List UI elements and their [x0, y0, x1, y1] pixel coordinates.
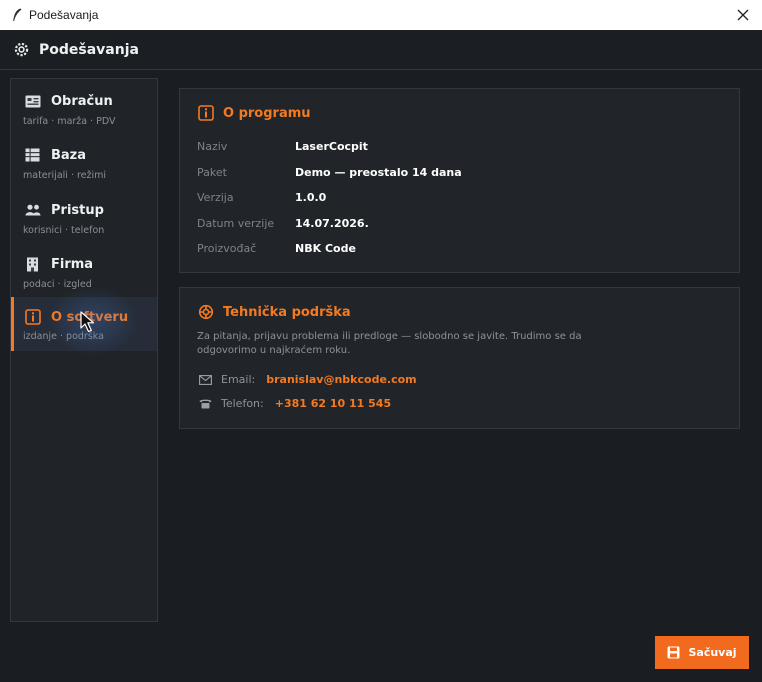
lifebuoy-icon — [198, 304, 214, 320]
support-title: Tehnička podrška — [223, 304, 351, 320]
info-value: 1.0.0 — [295, 191, 327, 204]
sidebar-item-obracun[interactable]: Obračun tarifa · marža · PDV — [11, 83, 157, 137]
sidebar-item-label: Firma — [51, 256, 94, 272]
window-titlebar: Podešavanja — [0, 0, 762, 30]
email-label: Email: — [221, 373, 256, 386]
info-key: Datum verzije — [197, 217, 275, 230]
feather-icon — [9, 7, 25, 23]
sidebar-item-subtitle: korisnici · telefon — [23, 225, 105, 236]
email-row: Email: branislav@nbkcode.com — [198, 373, 417, 386]
phone-row: Telefon: +381 62 10 11 545 — [198, 397, 391, 410]
info-key: Paket — [197, 166, 227, 179]
save-button[interactable]: Sačuvaj — [655, 636, 749, 669]
info-row: Naziv LaserCocpit — [197, 140, 368, 153]
gear-icon — [12, 41, 30, 59]
info-value: LaserCocpit — [295, 140, 368, 153]
building-icon — [24, 256, 41, 272]
sidebar-item-label: Pristup — [51, 202, 104, 218]
info-icon — [198, 105, 214, 121]
info-row: Paket Demo — preostalo 14 dana — [197, 166, 462, 179]
mouse-cursor-icon — [80, 311, 98, 337]
sidebar-item-subtitle: tarifa · marža · PDV — [23, 116, 116, 127]
email-link[interactable]: branislav@nbkcode.com — [266, 373, 416, 386]
info-icon — [24, 309, 41, 325]
phone-label: Telefon: — [221, 397, 264, 410]
sidebar-item-baza[interactable]: Baza materijali · režimi — [11, 137, 157, 191]
about-title: O programu — [223, 105, 311, 121]
info-value: 14.07.2026. — [295, 217, 369, 230]
database-icon — [24, 147, 41, 163]
page-title: Podešavanja — [39, 41, 139, 58]
window-title: Podešavanja — [29, 8, 99, 22]
phone-link[interactable]: +381 62 10 11 545 — [275, 397, 391, 410]
page-header: Podešavanja — [0, 30, 762, 70]
calculator-icon — [24, 93, 41, 109]
info-value: NBK Code — [295, 242, 356, 255]
sidebar-item-label: Baza — [51, 147, 87, 163]
sidebar-item-subtitle: materijali · režimi — [23, 170, 107, 181]
phone-icon — [198, 398, 212, 410]
close-icon[interactable] — [732, 5, 754, 25]
save-icon — [667, 646, 680, 659]
info-row: Verzija 1.0.0 — [197, 191, 326, 204]
sidebar-item-subtitle: podaci · izgled — [23, 279, 92, 290]
support-description: Za pitanja, prijavu problema ili predlog… — [197, 331, 582, 356]
info-value: Demo — preostalo 14 dana — [295, 166, 462, 179]
info-row: Datum verzije 14.07.2026. — [197, 217, 369, 230]
about-card: O programu Naziv LaserCocpit Paket Demo … — [179, 88, 740, 273]
info-key: Proizvođač — [197, 242, 257, 255]
sidebar-item-firma[interactable]: Firma podaci · izgled — [11, 246, 157, 300]
support-card: Tehnička podrška Za pitanja, prijavu pro… — [179, 287, 740, 429]
users-icon — [24, 202, 41, 218]
save-button-label: Sačuvaj — [688, 646, 737, 659]
info-key: Naziv — [197, 140, 228, 153]
info-key: Verzija — [197, 191, 234, 204]
sidebar-item-pristup[interactable]: Pristup korisnici · telefon — [11, 192, 157, 246]
sidebar: Obračun tarifa · marža · PDV Baza materi… — [10, 78, 158, 622]
envelope-icon — [198, 374, 212, 386]
info-row: Proizvođač NBK Code — [197, 242, 356, 255]
sidebar-item-label: Obračun — [51, 93, 113, 109]
